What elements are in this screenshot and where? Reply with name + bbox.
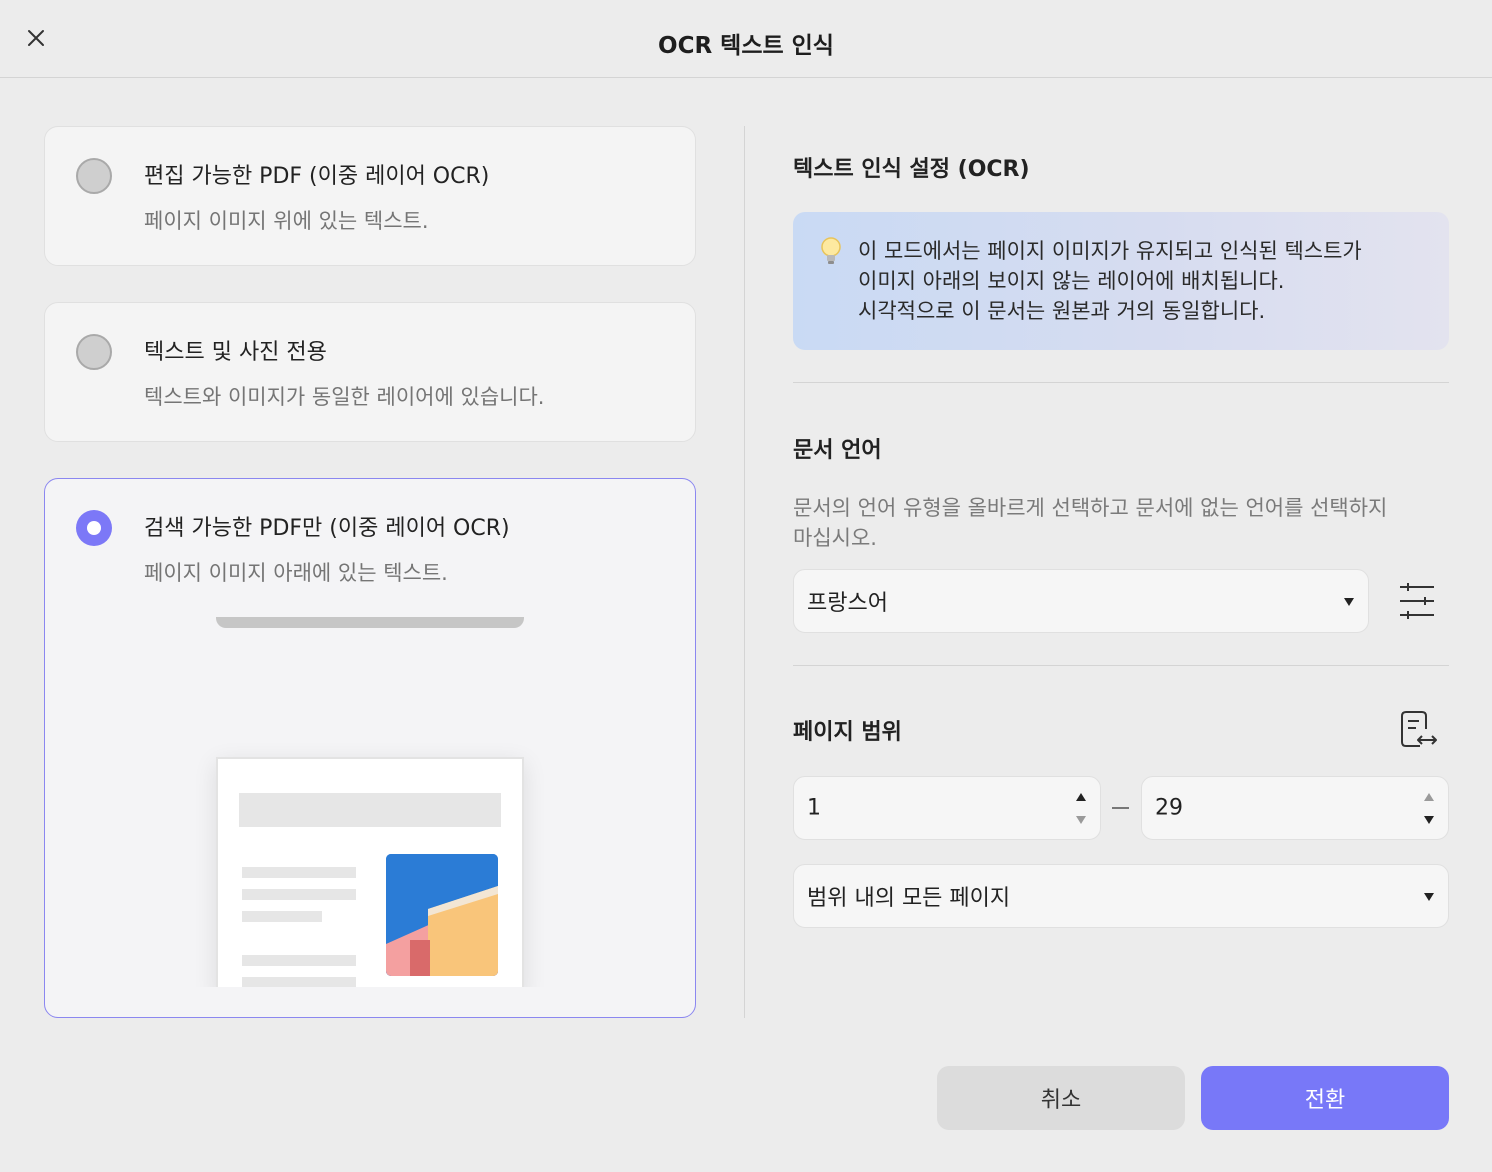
cancel-button[interactable]: 취소 — [937, 1066, 1185, 1130]
option-radio[interactable] — [76, 158, 112, 194]
preview-line — [242, 955, 356, 966]
sliders-icon — [1400, 583, 1434, 619]
increment-icon[interactable] — [1076, 793, 1086, 801]
option-radio-selected[interactable] — [76, 510, 112, 546]
language-settings-button[interactable] — [1398, 582, 1436, 624]
increment-icon[interactable] — [1424, 793, 1434, 801]
info-box: 이 모드에서는 페이지 이미지가 유지되고 인식된 텍스트가 이미지 아래의 보… — [793, 212, 1449, 350]
dialog-header: OCR 텍스트 인식 — [0, 0, 1492, 78]
section-divider — [793, 382, 1449, 383]
option-editable-pdf[interactable]: 편집 가능한 PDF (이중 레이어 OCR) 페이지 이미지 위에 있는 텍스… — [44, 126, 696, 266]
chevron-down-icon — [1344, 598, 1354, 606]
page-swap-icon — [1401, 711, 1437, 747]
language-select-value: 프랑스어 — [807, 591, 888, 616]
option-title: 텍스트 및 사진 전용 — [144, 340, 327, 365]
language-description: 문서의 언어 유형을 올바르게 선택하고 문서에 없는 언어를 선택하지 마십시… — [793, 496, 1388, 550]
option-title: 편집 가능한 PDF (이중 레이어 OCR) — [144, 164, 490, 189]
option-description: 텍스트와 이미지가 동일한 레이어에 있습니다. — [144, 385, 545, 409]
preview-line — [242, 889, 356, 900]
preview-document — [216, 757, 524, 987]
chevron-down-icon — [1424, 893, 1434, 901]
preview-heading-block — [239, 793, 501, 827]
panel-divider — [744, 126, 745, 1018]
option-description: 페이지 이미지 위에 있는 텍스트. — [144, 209, 429, 233]
preview-text-layer — [216, 617, 524, 628]
section-divider — [793, 665, 1449, 666]
page-subset-value: 범위 내의 모든 페이지 — [807, 886, 1011, 911]
option-searchable-pdf[interactable]: 검색 가능한 PDF만 (이중 레이어 OCR) 페이지 이미지 아래에 있는 … — [44, 478, 696, 1018]
decrement-icon[interactable] — [1076, 816, 1086, 824]
convert-button[interactable]: 전환 — [1201, 1066, 1449, 1130]
option-title: 검색 가능한 PDF만 (이중 레이어 OCR) — [144, 516, 510, 541]
preview-line — [242, 977, 356, 987]
page-to-value: 29 — [1155, 795, 1183, 821]
info-line: 시각적으로 이 문서는 원본과 거의 동일합니다. — [858, 299, 1266, 323]
preview-line — [242, 867, 356, 878]
info-line: 이 모드에서는 페이지 이미지가 유지되고 인식된 텍스트가 — [858, 239, 1362, 263]
info-text: 이 모드에서는 페이지 이미지가 유지되고 인식된 텍스트가 이미지 아래의 보… — [858, 236, 1362, 326]
decrement-icon[interactable] — [1424, 816, 1434, 824]
page-subset-select[interactable]: 범위 내의 모든 페이지 — [793, 864, 1449, 928]
settings-title: 텍스트 인식 설정 (OCR) — [793, 157, 1030, 182]
range-separator — [1112, 807, 1129, 809]
option-radio[interactable] — [76, 334, 112, 370]
dialog-title: OCR 텍스트 인식 — [658, 33, 834, 59]
language-title: 문서 언어 — [793, 438, 882, 463]
lightbulb-icon — [819, 236, 843, 270]
page-from-input[interactable]: 1 — [793, 776, 1101, 840]
page-to-input[interactable]: 29 — [1141, 776, 1449, 840]
preview-line — [242, 911, 322, 922]
page-range-title: 페이지 범위 — [793, 720, 902, 745]
ocr-mode-preview — [45, 617, 695, 987]
info-line: 이미지 아래의 보이지 않는 레이어에 배치됩니다. — [858, 269, 1285, 293]
page-range-mode-button[interactable] — [1398, 709, 1438, 753]
option-description: 페이지 이미지 아래에 있는 텍스트. — [144, 561, 448, 585]
page-from-value: 1 — [807, 795, 821, 821]
language-select[interactable]: 프랑스어 — [793, 569, 1369, 633]
preview-image — [386, 854, 498, 976]
option-text-and-images[interactable]: 텍스트 및 사진 전용 텍스트와 이미지가 동일한 레이어에 있습니다. — [44, 302, 696, 442]
